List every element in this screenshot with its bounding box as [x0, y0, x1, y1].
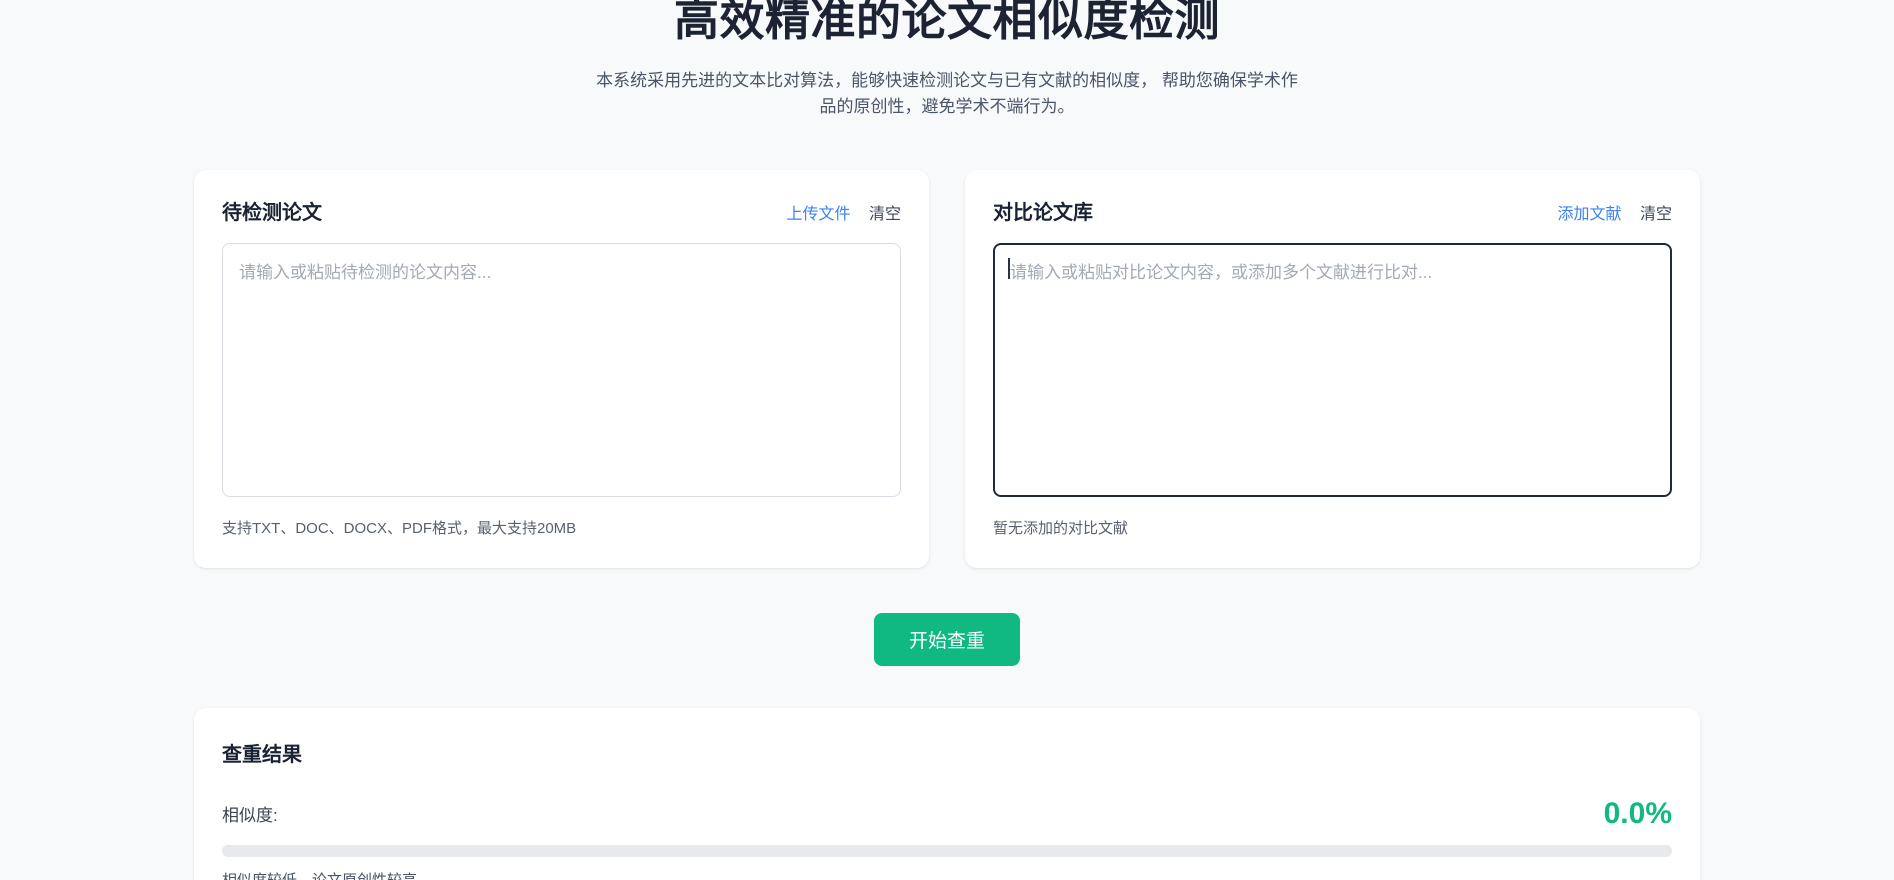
main-container: 高效精准的论文相似度检测 本系统采用先进的文本比对算法，能够快速检测论文与已有文…: [194, 0, 1700, 880]
result-card-title: 查重结果: [222, 743, 302, 766]
similarity-label: 相似度:: [222, 806, 278, 826]
detect-card-header: 待检测论文 上传文件 清空: [222, 196, 901, 225]
detect-format-hint: 支持TXT、DOC、DOCX、PDF格式，最大支持20MB: [222, 519, 577, 537]
library-card-title: 对比论文库: [993, 201, 1093, 224]
library-card-actions: 添加文献 清空: [1558, 200, 1672, 224]
page-title: 高效精准的论文相似度检测: [673, 0, 1220, 45]
input-cards-row: 待检测论文 上传文件 清空 支持TXT、DOC、DOCX、PDF格式，最大支持2…: [194, 169, 1700, 568]
detect-paper-card: 待检测论文 上传文件 清空 支持TXT、DOC、DOCX、PDF格式，最大支持2…: [194, 169, 929, 568]
upload-file-link[interactable]: 上传文件: [787, 206, 851, 223]
action-row: 开始查重: [194, 612, 1700, 666]
library-textarea-wrap: [993, 242, 1672, 497]
result-conclusion: 相似度较低，论文原创性较高: [222, 869, 1672, 880]
comparison-library-card: 对比论文库 添加文献 清空 暂无添加的对比文献: [965, 169, 1700, 568]
comparison-textarea[interactable]: [993, 242, 1672, 497]
library-empty-hint: 暂无添加的对比文献: [993, 519, 1129, 537]
detect-clear-link[interactable]: 清空: [869, 206, 901, 223]
detect-card-title: 待检测论文: [222, 201, 322, 224]
library-card-header: 对比论文库 添加文献 清空: [993, 196, 1672, 225]
detect-textarea-wrap: [222, 242, 901, 497]
detect-paper-textarea[interactable]: [222, 242, 901, 497]
start-check-button[interactable]: 开始查重: [873, 612, 1020, 666]
similarity-row: 相似度: 0.0%: [222, 797, 1672, 831]
library-clear-link[interactable]: 清空: [1640, 206, 1672, 223]
add-literature-link[interactable]: 添加文献: [1558, 206, 1622, 223]
text-caret: [1008, 257, 1010, 279]
check-result-card: 查重结果 相似度: 0.0% 相似度较低，论文原创性较高: [194, 707, 1700, 880]
similarity-value: 0.0%: [1603, 796, 1672, 830]
page-subtitle: 本系统采用先进的文本比对算法，能够快速检测论文与已有文献的相似度， 帮助您确保学…: [596, 70, 1298, 116]
detect-card-actions: 上传文件 清空: [787, 200, 901, 224]
similarity-progress-track: [222, 844, 1672, 857]
